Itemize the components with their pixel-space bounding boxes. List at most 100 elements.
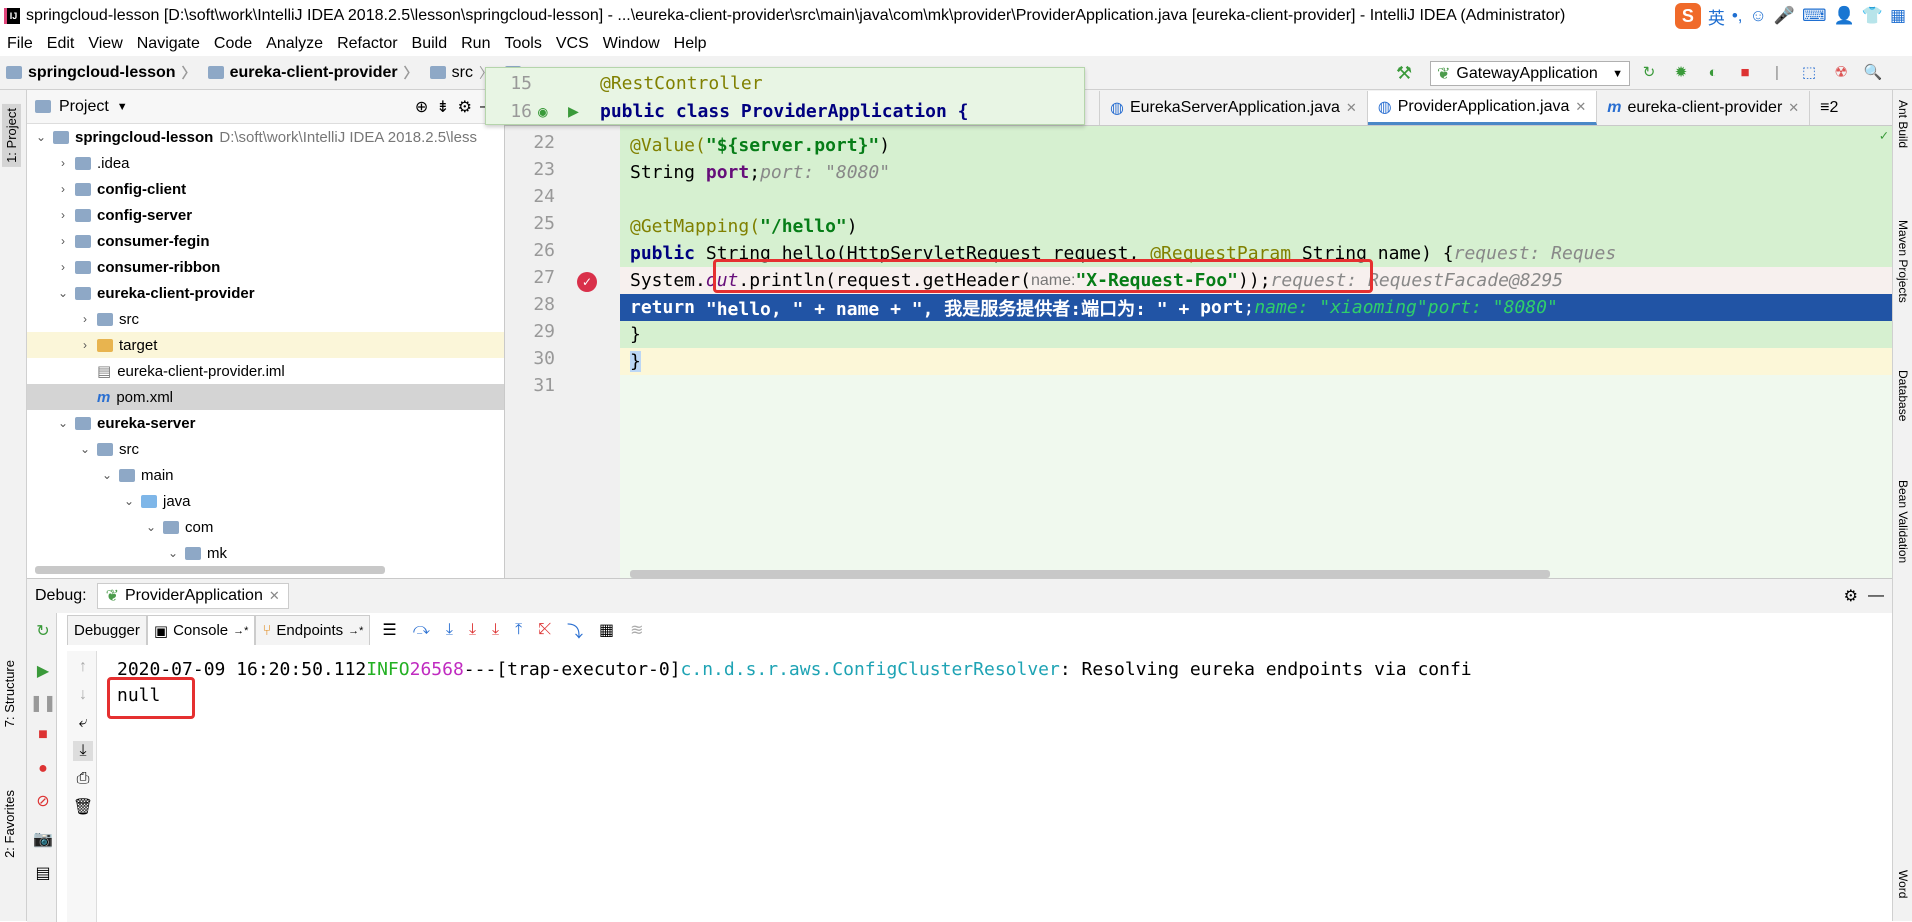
tree-item[interactable]: ⌄ com <box>27 514 504 540</box>
tree-item[interactable]: › consumer-ribbon <box>27 254 504 280</box>
camera-icon[interactable]: 📷 <box>33 829 53 849</box>
tab-pom[interactable]: m eureka-client-provider ✕ <box>1597 91 1811 125</box>
chevron-right-icon[interactable]: › <box>57 182 69 196</box>
tab-endpoints[interactable]: ⑂ Endpoints →* <box>255 615 371 645</box>
horizontal-scrollbar[interactable] <box>35 566 385 574</box>
soft-wrap-icon[interactable]: ⤶ <box>73 713 93 733</box>
trash-icon[interactable]: 🗑 <box>73 797 93 817</box>
tab-eureka-server-app[interactable]: ◍ EurekaServerApplication.java ✕ <box>1100 91 1368 125</box>
close-icon[interactable]: ✕ <box>1788 100 1799 116</box>
scroll-to-end-icon[interactable]: ⤓ <box>73 741 93 761</box>
tree-item[interactable]: ⌄ eureka-server <box>27 410 504 436</box>
menu-refactor[interactable]: Refactor <box>330 35 404 53</box>
spring-bean-icon[interactable]: ◉ <box>538 102 568 121</box>
menu-window[interactable]: Window <box>596 35 667 53</box>
run-to-cursor-icon[interactable]: ⤵ <box>567 618 583 642</box>
grid-icon[interactable]: ▦ <box>1890 6 1906 26</box>
tab-console[interactable]: ▣ Console →* <box>146 615 256 645</box>
breakpoint-icon[interactable]: ✓ <box>577 272 597 292</box>
chevron-down-icon[interactable]: ⌄ <box>57 286 69 300</box>
step-into-icon[interactable]: ⤓ <box>469 621 476 639</box>
gear-icon[interactable]: ⚙ <box>458 97 472 117</box>
tab-debugger[interactable]: Debugger <box>67 615 147 645</box>
tab-favorites-tool[interactable]: 2: Favorites <box>2 790 17 858</box>
menu-tools[interactable]: Tools <box>497 35 548 53</box>
chevron-right-icon[interactable]: › <box>57 156 69 170</box>
up-arrow-icon[interactable]: ↑ <box>73 657 93 677</box>
chevron-down-icon[interactable]: ⌄ <box>145 520 157 534</box>
tree-item[interactable]: › target <box>27 332 504 358</box>
chevron-down-icon[interactable]: ⌄ <box>167 546 179 560</box>
tab-word[interactable]: Word <box>1896 870 1910 898</box>
print-icon[interactable]: ⎙ <box>73 769 93 789</box>
menu-help[interactable]: Help <box>667 35 714 53</box>
chevron-down-icon[interactable]: ⌄ <box>35 130 47 144</box>
tab-database[interactable]: Database <box>1896 370 1910 421</box>
tree-item[interactable]: ⌄ eureka-client-provider <box>27 280 504 306</box>
stop-icon[interactable]: ■ <box>1734 61 1756 83</box>
mute-breakpoints-icon[interactable]: ⊘ <box>33 791 53 811</box>
project-panel-title[interactable]: Project <box>59 98 109 116</box>
console-output[interactable]: 2020-07-09 16:20:50.112 INFO 26568 --- [… <box>97 651 1892 922</box>
tab-structure-tool[interactable]: 7: Structure <box>2 660 17 727</box>
chevron-down-icon[interactable]: ⌄ <box>57 416 69 430</box>
tree-item[interactable]: ⌄ springcloud-lesson D:\soft\work\IntelliJ… <box>27 124 504 150</box>
gear-icon[interactable]: ⚙ <box>1844 586 1858 606</box>
force-step-into-icon[interactable]: ⤓ <box>492 621 499 639</box>
locate-icon[interactable]: ⊕ <box>415 97 428 117</box>
tree-item[interactable]: ▤ eureka-client-provider.iml <box>27 358 504 384</box>
tree-item[interactable]: › config-server <box>27 202 504 228</box>
menu-run[interactable]: Run <box>454 35 497 53</box>
view-breakpoints-icon[interactable]: ● <box>33 759 53 779</box>
stop-icon[interactable]: ■ <box>33 725 53 745</box>
tree-item[interactable]: ⌄ java <box>27 488 504 514</box>
trace-icon[interactable]: ≋ <box>630 620 643 640</box>
tree-item[interactable]: › src <box>27 306 504 332</box>
search-everywhere-icon[interactable]: ⬚ <box>1798 61 1820 83</box>
chevron-right-icon[interactable]: › <box>57 260 69 274</box>
menu-file[interactable]: File <box>0 35 40 53</box>
menu-icon[interactable]: ☰ <box>382 620 396 640</box>
menu-view[interactable]: View <box>81 35 129 53</box>
chevron-right-icon[interactable]: › <box>79 312 91 326</box>
close-icon[interactable]: ✕ <box>1346 100 1357 116</box>
tab-bean-validation[interactable]: Bean Validation <box>1896 480 1910 563</box>
horizontal-scrollbar[interactable] <box>630 570 1550 578</box>
chevron-down-icon[interactable]: ⌄ <box>79 442 91 456</box>
build-hammer-icon[interactable]: ⚒ <box>1396 63 1412 84</box>
drop-frame-icon[interactable]: ⤪ <box>538 621 551 639</box>
tree-item[interactable]: › .idea <box>27 150 504 176</box>
keyboard-icon[interactable]: ⌨ <box>1802 6 1827 26</box>
tab-maven-projects[interactable]: Maven Projects <box>1896 220 1910 303</box>
chevron-down-icon[interactable]: ⌄ <box>123 494 135 508</box>
breadcrumb-project[interactable]: springcloud-lesson 〉 <box>0 63 202 83</box>
rerun-icon[interactable]: ↻ <box>33 621 53 641</box>
down-arrow-icon[interactable]: ↓ <box>73 685 93 705</box>
ai-plugin-icon[interactable]: ☢ <box>1830 61 1852 83</box>
hide-icon[interactable]: — <box>1868 587 1884 605</box>
tree-item[interactable]: ⌄ mk <box>27 540 504 566</box>
close-icon[interactable]: ✕ <box>1575 99 1586 115</box>
mic-icon[interactable]: 🎤 <box>1774 6 1795 26</box>
show-execution-point-icon[interactable]: ⤼ <box>413 621 430 639</box>
tree-item[interactable]: › consumer-fegin <box>27 228 504 254</box>
pause-icon[interactable]: ❚❚ <box>30 693 57 713</box>
tabs-overflow[interactable]: ≡2 <box>1810 91 1848 125</box>
close-icon[interactable]: ✕ <box>269 588 280 604</box>
menu-edit[interactable]: Edit <box>40 35 82 53</box>
shirt-icon[interactable]: 👕 <box>1862 6 1883 26</box>
tab-provider-app[interactable]: ◍ ProviderApplication.java ✕ <box>1367 91 1598 125</box>
tree-item[interactable]: ⌄ main <box>27 462 504 488</box>
menu-vcs[interactable]: VCS <box>549 35 596 53</box>
chevron-down-icon[interactable]: ⌄ <box>101 468 113 482</box>
tree-item[interactable]: › config-client <box>27 176 504 202</box>
emoji-icon[interactable]: ☺ <box>1750 6 1767 26</box>
tab-project-tool[interactable]: 1: Project <box>2 104 21 167</box>
collapse-icon[interactable]: ⇟ <box>436 97 449 117</box>
step-over-icon[interactable]: ⤓ <box>446 621 453 639</box>
chevron-down-icon[interactable]: ▼ <box>117 101 128 113</box>
punct-icon[interactable]: •, <box>1732 6 1743 26</box>
ime-lang[interactable]: 英 <box>1708 4 1725 29</box>
menu-build[interactable]: Build <box>405 35 455 53</box>
code-area[interactable]: @Value("${server.port}") String port; po… <box>620 126 1892 578</box>
